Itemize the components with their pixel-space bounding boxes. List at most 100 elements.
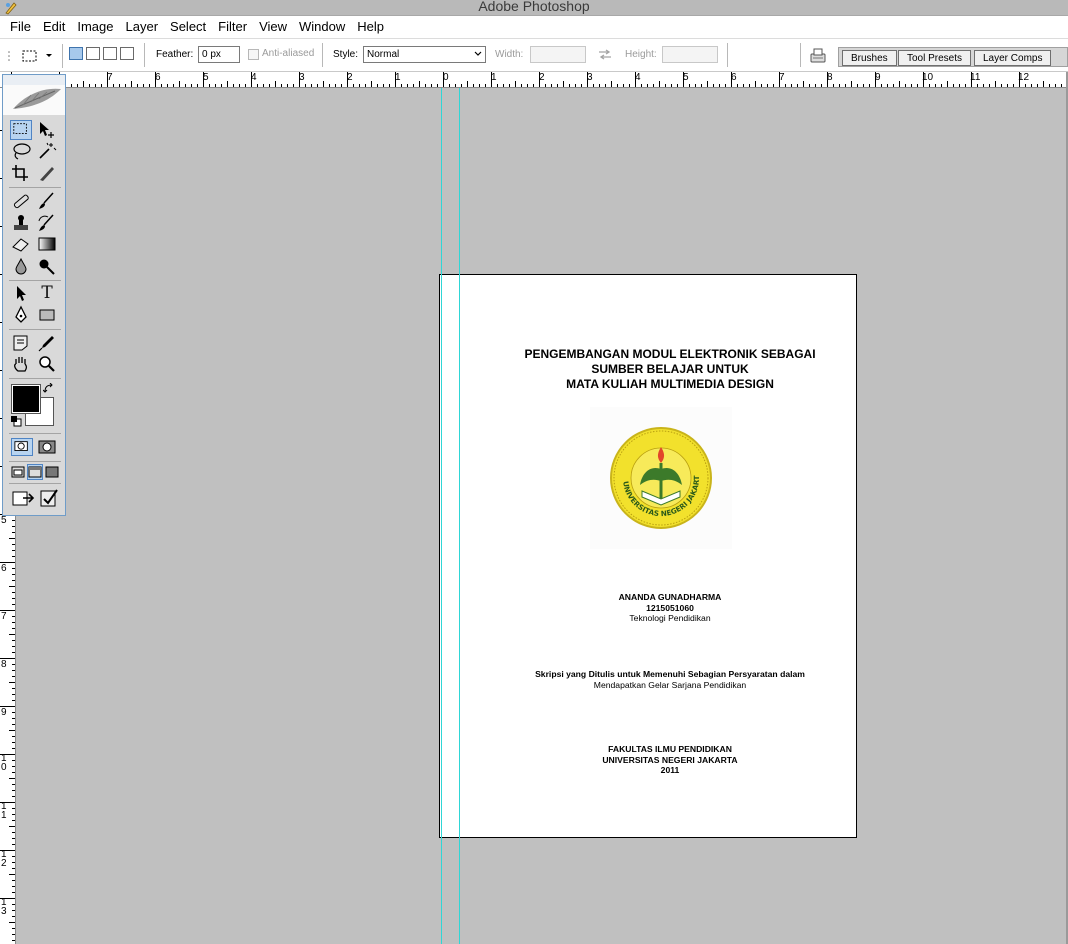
notes-tool[interactable] [10, 333, 32, 353]
toolbox-header[interactable] [3, 75, 65, 115]
dodge-tool[interactable] [36, 256, 58, 276]
marquee-icon [13, 123, 27, 135]
history-brush-tool[interactable] [36, 213, 58, 233]
crop-tool[interactable] [10, 163, 32, 183]
type-tool[interactable]: T [36, 283, 58, 303]
purpose-line: Skripsi yang Ditulis untuk Memenuhi Seba… [535, 669, 805, 679]
menu-image[interactable]: Image [71, 16, 119, 38]
ruler-label: 6 [155, 72, 161, 83]
ruler-label: 8 [827, 72, 833, 83]
shape-tool[interactable] [36, 305, 58, 325]
menu-select[interactable]: Select [164, 16, 212, 38]
purpose-line: Mendapatkan Gelar Sarjana Pendidikan [593, 679, 747, 690]
add-to-selection-button[interactable] [86, 47, 100, 60]
gradient-tool[interactable] [36, 234, 58, 254]
edit-in-imageready-button[interactable] [39, 487, 59, 509]
ruler-label: 4 [635, 72, 641, 83]
unj-seal-icon: UNIVERSITAS NEGERI JAKARTA [587, 400, 712, 529]
menu-help[interactable]: Help [351, 16, 390, 38]
ruler-label: 1 [491, 72, 497, 83]
menu-view[interactable]: View [253, 16, 293, 38]
zoom-tool[interactable] [36, 354, 58, 374]
screen-mode-standard-icon [11, 466, 25, 478]
style-select[interactable]: Normal [363, 46, 486, 63]
document-canvas[interactable]: PENGEMBANGAN MODUL ELEKTRONIK SEBAGAI SU… [439, 274, 857, 838]
vertical-guide[interactable] [441, 88, 442, 944]
path-selection-tool[interactable] [10, 283, 32, 303]
slice-icon [40, 167, 54, 181]
quick-mask-button[interactable] [36, 438, 58, 456]
full-screen-mode-button[interactable] [45, 465, 59, 479]
institution-block: FAKULTAS ILMU PENDIDIKAN UNIVERSITAS NEG… [440, 744, 900, 776]
style-label: Style: [333, 49, 359, 60]
antialiased-checkbox[interactable] [248, 49, 259, 60]
thesis-purpose: Skripsi yang Ditulis untuk Memenuhi Seba… [440, 669, 900, 690]
tab-brushes[interactable]: Brushes [842, 50, 897, 66]
note-icon [13, 335, 28, 351]
height-label: Height: [625, 49, 657, 60]
standard-screen-mode-button[interactable] [11, 465, 25, 479]
menu-edit[interactable]: Edit [37, 16, 71, 38]
eyedropper-icon [38, 336, 54, 352]
new-selection-button[interactable] [69, 47, 83, 60]
menu-layer[interactable]: Layer [120, 16, 165, 38]
ruler-label: 11 [970, 72, 981, 83]
brush-icon [39, 192, 54, 209]
ruler-label: 12 [1018, 72, 1030, 83]
ruler-label: 7 [107, 72, 113, 83]
full-screen-menu-mode-button[interactable] [27, 464, 43, 480]
horizontal-ruler[interactable]: 7 6 5 4 3 2 1 0 1 2 3 4 5 6 7 8 9 10 11 … [0, 72, 1068, 88]
menu-filter[interactable]: Filter [212, 16, 253, 38]
subtract-from-selection-button[interactable] [103, 47, 117, 60]
move-tool[interactable] [36, 120, 58, 140]
pen-tool[interactable] [10, 305, 32, 325]
slice-tool[interactable] [36, 163, 58, 183]
author-block: ANANDA GUNADHARMA 1215051060 Teknologi P… [440, 592, 900, 624]
menu-window[interactable]: Window [293, 16, 351, 38]
marquee-preset-icon [22, 50, 37, 62]
ruler-label: 10 [922, 72, 934, 83]
chevron-down-icon [46, 54, 52, 57]
intersect-selection-button[interactable] [120, 47, 134, 60]
eraser-tool[interactable] [10, 234, 32, 254]
magnifier-icon [39, 356, 55, 372]
ruler-label: 3 [299, 72, 305, 83]
eyedropper-tool[interactable] [36, 333, 58, 353]
tab-layer-comps[interactable]: Layer Comps [974, 50, 1052, 66]
tab-tool-presets[interactable]: Tool Presets [898, 50, 972, 66]
blur-tool[interactable] [10, 256, 32, 276]
ruler-label: 7 [779, 72, 785, 83]
crop-icon [12, 165, 28, 181]
tool-preset-picker[interactable] [20, 48, 56, 64]
jump-to-imageready-button[interactable] [11, 487, 37, 509]
swap-colors-icon[interactable] [43, 383, 55, 395]
feather-input[interactable]: 0 px [198, 46, 240, 63]
ruler-label: 0 [443, 72, 449, 83]
university-logo: UNIVERSITAS NEGERI JAKARTA [587, 400, 732, 549]
default-colors-icon[interactable] [10, 415, 22, 427]
options-separator [727, 43, 728, 67]
file-browser-icon[interactable] [808, 45, 828, 65]
lasso-tool[interactable] [10, 141, 32, 161]
foreground-color-swatch[interactable] [12, 385, 40, 413]
magic-wand-tool[interactable] [36, 141, 58, 161]
menu-file[interactable]: File [4, 16, 37, 38]
toolbox-separator [9, 187, 61, 188]
author-id: 1215051060 [646, 602, 694, 613]
rectangular-marquee-tool[interactable] [10, 120, 32, 140]
hand-tool[interactable] [10, 354, 32, 374]
options-separator [144, 43, 145, 67]
brush-tool[interactable] [36, 191, 58, 211]
feather-label: Feather: [156, 49, 194, 60]
healing-brush-tool[interactable] [10, 191, 32, 211]
vertical-guide[interactable] [459, 88, 460, 944]
window-title: Adobe Photoshop [478, 0, 590, 14]
chevron-down-icon [474, 51, 482, 56]
screen-mode-menu-icon [28, 466, 42, 478]
width-input [530, 46, 586, 63]
stamp-icon [14, 215, 28, 230]
standard-mode-icon [14, 441, 28, 451]
clone-stamp-tool[interactable] [10, 213, 32, 233]
ruler-label: 5 [203, 72, 209, 83]
standard-mode-button[interactable] [11, 438, 33, 456]
